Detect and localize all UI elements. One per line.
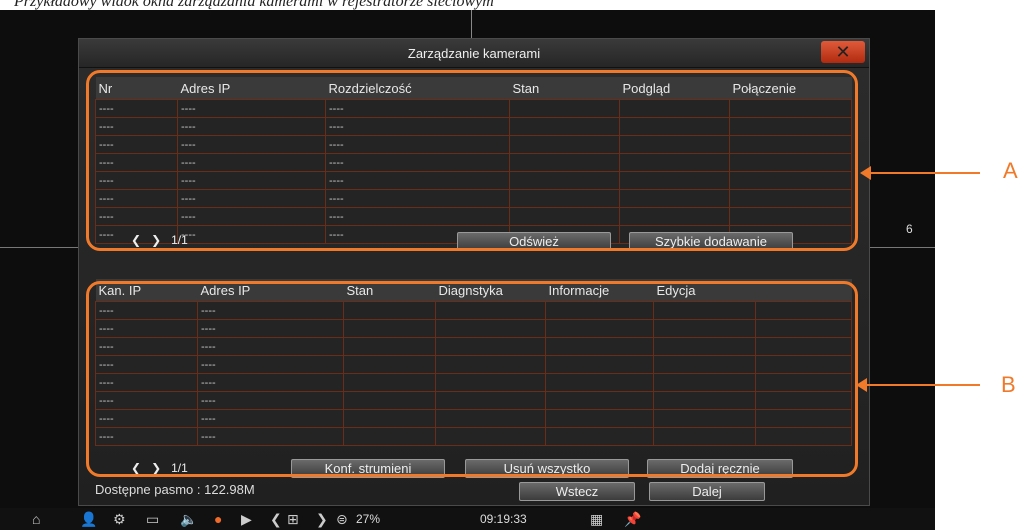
available-bandwidth: Dostępne pasmo : 122.98M — [95, 482, 255, 497]
dialog-title: Zarządzanie kamerami — [407, 46, 541, 61]
hdd-icon: ⊜ — [336, 511, 348, 527]
screen-split-line — [471, 10, 472, 40]
alert-icon[interactable]: ● — [214, 511, 222, 527]
prev-layout-icon[interactable]: ❮ — [270, 511, 282, 527]
document-caption: Przykładowy widok okna zarządzania kamer… — [14, 0, 494, 10]
settings-icon[interactable]: ⚙ — [113, 511, 126, 527]
back-button[interactable]: Wstecz — [519, 482, 635, 501]
playback-icon[interactable]: ▶ — [241, 511, 252, 527]
clock: 09:19:33 — [480, 512, 527, 526]
screen-split-line — [868, 247, 935, 248]
next-button[interactable]: Dalej — [649, 482, 765, 501]
user-icon[interactable]: 👤 — [80, 511, 97, 527]
callout-label-b: B — [1001, 372, 1016, 397]
section-a-outline — [86, 70, 858, 251]
display-icon[interactable]: ▭ — [146, 511, 159, 527]
channel-number: 6 — [906, 222, 913, 236]
home-icon[interactable]: ⌂ — [32, 511, 40, 527]
dialog-titlebar: Zarządzanie kamerami ✕ — [79, 39, 869, 68]
next-layout-icon[interactable]: ❯ — [316, 511, 328, 527]
screen-split-line — [0, 247, 78, 248]
pin-icon[interactable]: 📌 — [624, 511, 641, 527]
mute-icon[interactable]: 🔈 — [180, 511, 197, 527]
hdd-usage: 27% — [356, 512, 381, 526]
callout-arrow-b — [856, 378, 980, 392]
close-icon[interactable]: ✕ — [821, 41, 865, 63]
dvr-taskbar: ⌂ 👤 ⚙ ▭ 🔈 ● ▶ ❮ ⊞ ❯ ⊜ 27% 09:19:33 ▦ 📌 — [0, 508, 935, 530]
section-b-outline — [86, 281, 858, 477]
callout-label-a: A — [1003, 158, 1018, 183]
callout-arrow-a — [860, 166, 980, 180]
layout-grid-icon[interactable]: ⊞ — [287, 511, 299, 527]
qr-icon[interactable]: ▦ — [590, 511, 603, 527]
